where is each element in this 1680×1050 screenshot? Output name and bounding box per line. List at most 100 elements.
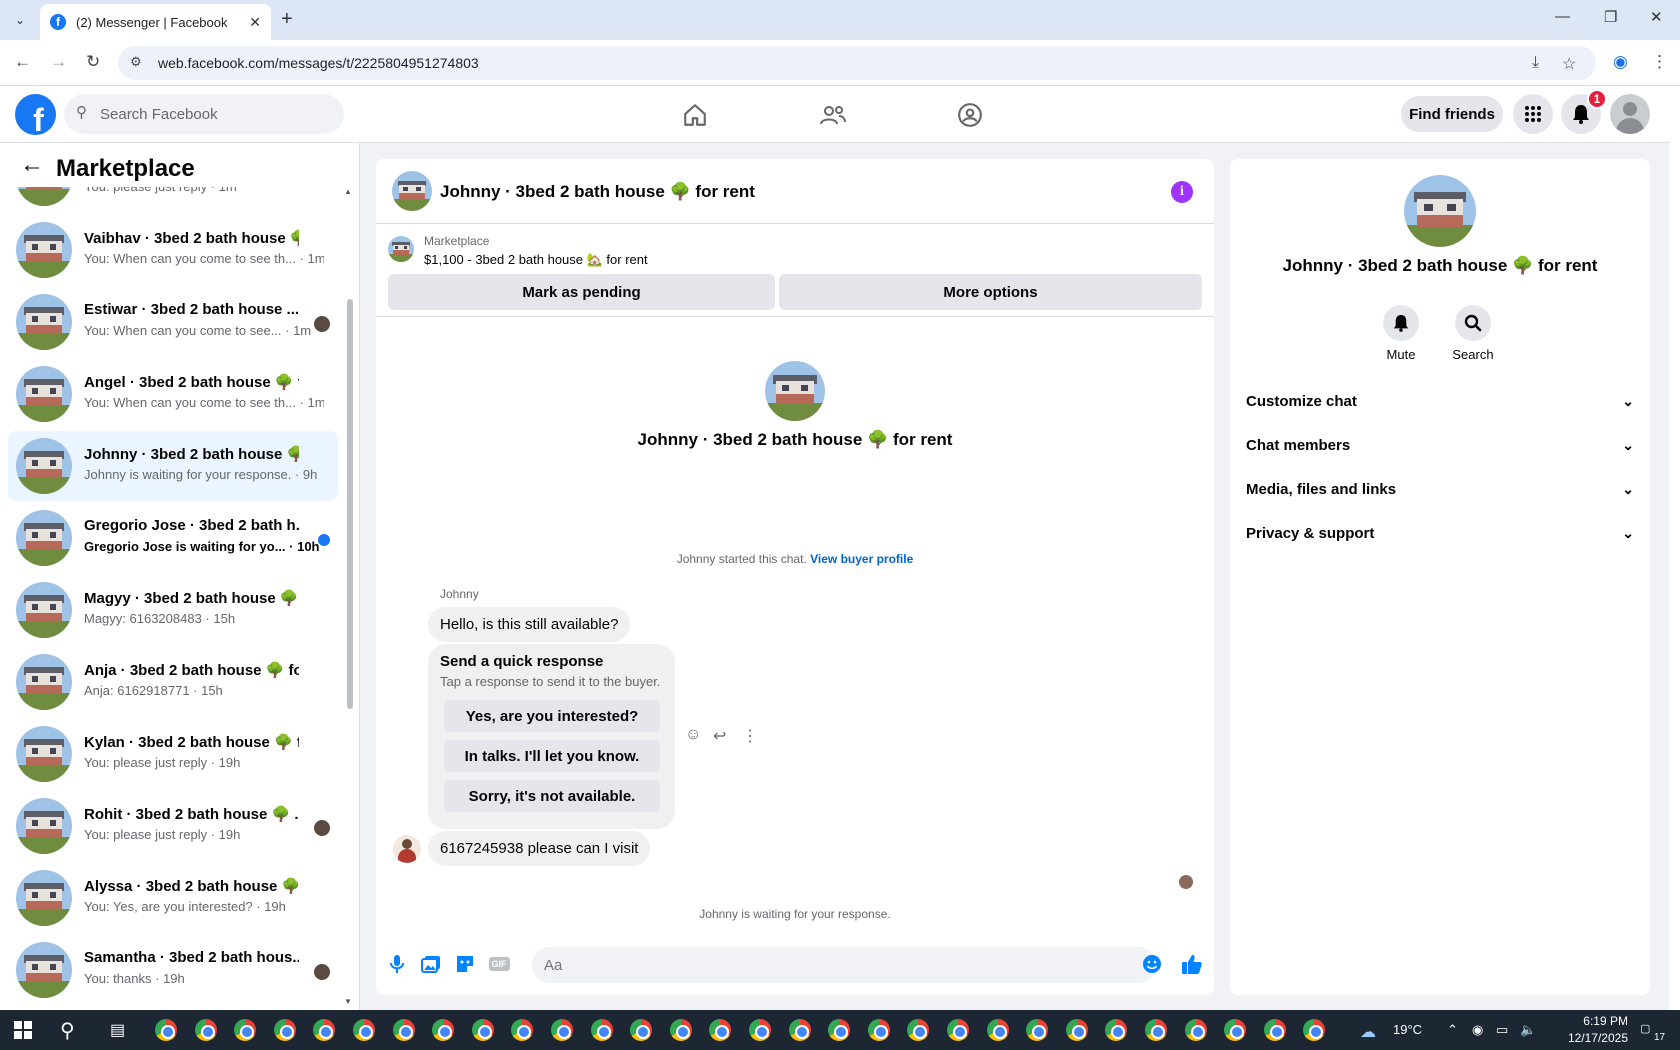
chrome-taskbar-icon[interactable] [234,1019,257,1041]
quick-reply-not-available-button[interactable]: Sorry, it's not available. [444,780,660,812]
chrome-taskbar-icon[interactable] [392,1019,415,1041]
forward-arrow-icon[interactable]: → [50,52,67,72]
view-buyer-profile-link[interactable]: View buyer profile [810,552,913,566]
chrome-taskbar-icon[interactable] [1065,1019,1088,1041]
groups-icon[interactable] [955,100,985,130]
chrome-taskbar-icon[interactable] [1105,1019,1128,1041]
message-input[interactable] [532,947,1156,983]
sidebar-scrollbar[interactable]: ▲ ▼ [344,187,356,1007]
privacy-support-section[interactable]: Privacy & support ⌄ [1246,515,1634,551]
quick-reply-yes-button[interactable]: Yes, are you interested? [444,700,660,732]
conversation-item[interactable]: Anja · 3bed 2 bath house 🌳 for ... Anja: … [8,647,338,717]
details-avatar[interactable] [1404,175,1476,247]
chrome-taskbar-icon[interactable] [1145,1019,1167,1041]
conversation-item[interactable]: Samantha · 3bed 2 bath hous... You: thank… [8,935,338,1005]
more-actions-icon[interactable]: ⋮ [742,726,758,746]
volume-icon[interactable]: 🔈 [1520,1022,1536,1038]
clock-date[interactable]: 12/17/2025 [1556,1031,1628,1045]
chrome-taskbar-icon[interactable] [432,1019,455,1041]
chrome-taskbar-icon[interactable] [867,1019,890,1041]
clock-time[interactable]: 6:19 PM [1566,1014,1628,1028]
chrome-taskbar-icon[interactable] [1026,1019,1049,1041]
tray-app-icon[interactable]: ◉ [1472,1022,1483,1038]
browser-profile-icon[interactable]: ◉ [1613,52,1628,72]
conversation-item[interactable]: Alyssa · 3bed 2 bath house 🌳 f... You: Ye… [8,863,338,933]
site-info-icon[interactable]: ⚙ [130,54,142,70]
microphone-icon[interactable] [386,953,408,975]
chrome-taskbar-icon[interactable] [947,1019,969,1041]
page-scrollbar[interactable] [1669,86,1680,1010]
message-bubble[interactable]: Hello, is this still available? [428,607,631,642]
browser-menu-icon[interactable]: ⋮ [1651,52,1668,72]
info-icon[interactable]: i [1171,181,1193,203]
menu-grid-icon[interactable] [1513,94,1553,134]
conversation-item[interactable]: Magyy · 3bed 2 bath house 🌳 f... Magyy: 6… [8,575,338,645]
reload-icon[interactable]: ↻ [86,52,100,72]
listing-price[interactable]: $1,100 - 3bed 2 bath house 🏡 for rent [424,252,648,268]
facebook-logo-icon[interactable]: f [15,94,56,135]
more-options-button[interactable]: More options [779,274,1202,310]
mute-button[interactable]: Mute [1371,305,1431,362]
temperature-text[interactable]: 19°C [1393,1022,1422,1037]
chat-title[interactable]: Johnny · 3bed 2 bath house 🌳 for rent [440,182,755,202]
chrome-taskbar-icon[interactable] [471,1019,494,1041]
facebook-search-input[interactable]: ⚲ Search Facebook [64,94,344,134]
chrome-taskbar-icon[interactable] [907,1019,930,1041]
tray-overflow-icon[interactable]: ⌃ [1447,1022,1458,1038]
close-window-icon[interactable]: ✕ [1650,8,1663,26]
chrome-taskbar-icon[interactable] [630,1019,653,1041]
chrome-taskbar-icon[interactable] [590,1019,613,1041]
media-files-links-section[interactable]: Media, files and links ⌄ [1246,471,1634,507]
chrome-taskbar-icon[interactable] [313,1019,336,1041]
chrome-taskbar-icon[interactable] [828,1019,851,1041]
conversation-item[interactable]: Estiwar · 3bed 2 bath house ... You: When… [8,287,338,357]
conversation-item[interactable]: Angel · 3bed 2 bath house 🌳 fo... You: Wh… [8,359,338,429]
sender-avatar[interactable] [393,835,421,863]
sticker-icon[interactable] [454,953,476,975]
chrome-taskbar-icon[interactable] [1184,1019,1207,1041]
chrome-taskbar-icon[interactable] [1303,1019,1326,1041]
conversation-item[interactable]: Gregorio Jose · 3bed 2 bath h... Gregorio… [8,503,338,573]
like-thumb-icon[interactable] [1181,953,1203,975]
back-arrow-icon[interactable]: ← [20,151,44,179]
chrome-taskbar-icon[interactable] [749,1019,771,1041]
emoji-icon[interactable] [1141,953,1163,975]
browser-tab-messenger[interactable]: f (2) Messenger | Facebook ✕ [40,4,271,40]
chrome-taskbar-icon[interactable] [986,1019,1009,1041]
network-icon[interactable]: ▭ [1496,1022,1508,1038]
back-arrow-icon[interactable]: ← [14,52,31,72]
chrome-taskbar-icon[interactable] [669,1019,692,1041]
chat-members-section[interactable]: Chat members ⌄ [1246,427,1634,463]
photo-icon[interactable] [420,953,442,975]
tab-search-dropdown[interactable]: ⌄ [6,6,34,34]
bookmark-star-icon[interactable]: ☆ [1562,54,1576,74]
react-emoji-icon[interactable]: ☺ [685,726,701,744]
new-tab-button[interactable]: + [281,8,293,31]
friends-icon[interactable] [818,100,848,130]
notification-center-icon[interactable]: ▢ [1640,1022,1650,1035]
taskbar-search-icon[interactable]: ⚲ [60,1018,75,1043]
gif-icon[interactable]: GIF [488,953,510,975]
search-in-chat-button[interactable]: Search [1443,305,1503,362]
quick-reply-in-talks-button[interactable]: In talks. I'll let you know. [444,740,660,772]
restore-icon[interactable]: ❐ [1604,8,1617,26]
tab-close-icon[interactable]: ✕ [249,14,261,31]
address-bar[interactable]: ⚙ web.facebook.com/messages/t/2225804951… [118,46,1596,80]
chrome-taskbar-icon[interactable] [551,1019,573,1041]
chrome-taskbar-icon[interactable] [1224,1019,1247,1041]
profile-avatar[interactable] [1610,94,1650,134]
chrome-taskbar-icon[interactable] [273,1019,296,1041]
chrome-taskbar-icon[interactable] [709,1019,732,1041]
conversation-item[interactable]: Vaibhav · 3bed 2 bath house 🌳 ... You: Wh… [8,215,338,285]
windows-start-icon[interactable] [14,1021,32,1039]
home-icon[interactable] [680,100,710,130]
install-app-icon[interactable]: ⤓ [1532,54,1539,72]
conversation-item[interactable]: Kylan · 3bed 2 bath house 🌳 fo... You: pl… [8,719,338,789]
customize-chat-section[interactable]: Customize chat ⌄ [1246,383,1634,419]
chrome-taskbar-icon[interactable] [788,1019,811,1041]
weather-cloud-icon[interactable]: ☁ [1360,1022,1376,1042]
message-bubble[interactable]: 6167245938 please can I visit [428,831,651,866]
minimize-icon[interactable]: — [1555,8,1570,25]
mark-as-pending-button[interactable]: Mark as pending [388,274,775,310]
chrome-taskbar-icon[interactable] [194,1019,217,1041]
